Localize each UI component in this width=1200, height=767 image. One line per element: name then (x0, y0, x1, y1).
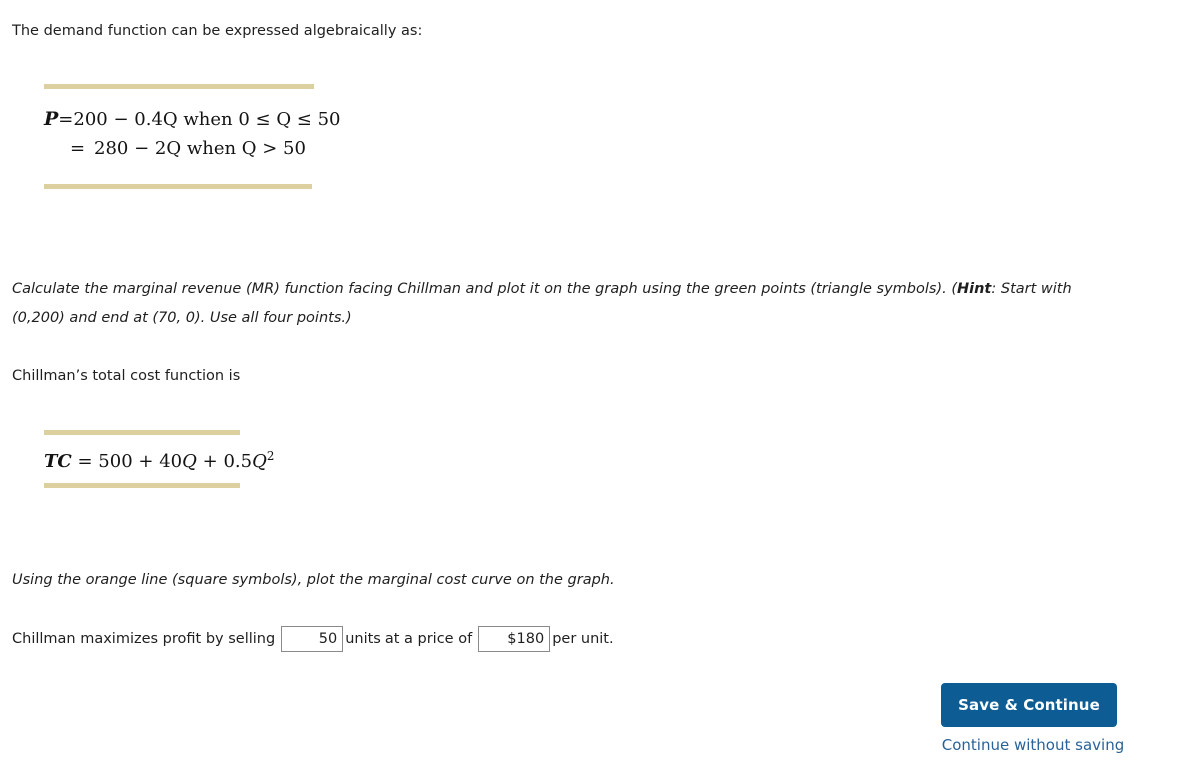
demand-equals-sign-2: = (70, 138, 86, 159)
tc-quadratic-coefficient: 0.5 (223, 451, 253, 472)
answer-lead-text: Chillman maximizes profit by selling (12, 631, 276, 647)
profit-maximization-answer-row: Chillman maximizes profit by selling uni… (12, 626, 618, 652)
total-cost-lead-text: Chillman’s total cost function is (12, 368, 241, 384)
price-input[interactable] (478, 626, 551, 652)
demand-equation-row-1: P = 200 − 0.4Q when 0 ≤ Q ≤ 50 (44, 108, 341, 138)
tc-linear-variable: Q (182, 451, 197, 472)
tc-fixed-cost: 500 (98, 451, 133, 472)
mc-instruction-paragraph: Using the orange line (square symbols), … (12, 572, 615, 588)
total-cost-block: TC = 500 + 40Q + 0.5Q2 (44, 430, 274, 488)
demand-expression-2: 280 − 2Q when Q > 50 (94, 138, 306, 159)
mr-instruction-line1-prefix: Calculate the marginal revenue (MR) func… (12, 281, 957, 297)
tc-quadratic-exponent: 2 (266, 449, 275, 463)
demand-equations: P = 200 − 0.4Q when 0 ≤ Q ≤ 50 = 280 − 2… (44, 89, 341, 184)
mr-instruction-line1-suffix: : Start with (991, 281, 1072, 297)
demand-equation-row-2: = 280 − 2Q when Q > 50 (44, 138, 314, 168)
answer-middle-text: at a price of (384, 631, 473, 647)
tc-block-bottom-rule (44, 483, 240, 488)
question-page: The demand function can be expressed alg… (0, 0, 1200, 767)
mr-instruction-paragraph: Calculate the marginal revenue (MR) func… (12, 275, 1122, 333)
hint-label: Hint (957, 281, 992, 297)
save-and-continue-button[interactable]: Save & Continue (941, 683, 1117, 727)
quantity-input[interactable] (281, 626, 344, 652)
tc-linear-term: 40Q (159, 451, 197, 472)
total-cost-equation: TC = 500 + 40Q + 0.5Q2 (44, 435, 274, 483)
tc-quadratic-term: 0.5Q2 (223, 449, 275, 472)
units-label: units (345, 631, 381, 647)
tc-plus-2: + (202, 451, 218, 472)
tc-equals-sign: = (77, 451, 93, 472)
mr-instruction-line2: (0,200) and end at (70, 0). Use all four… (12, 310, 352, 326)
answer-trailing-text: per unit. (552, 631, 614, 647)
demand-function-block: P = 200 − 0.4Q when 0 ≤ Q ≤ 50 = 280 − 2… (44, 84, 341, 189)
continue-without-saving-link[interactable]: Continue without saving (939, 736, 1127, 754)
tc-quadratic-variable: Q (252, 451, 267, 472)
demand-block-bottom-rule (44, 184, 312, 189)
intro-text: The demand function can be expressed alg… (12, 23, 423, 39)
demand-equals-sign-1: = (58, 109, 74, 130)
tc-lhs-symbol: TC (44, 451, 72, 472)
demand-expression-1: 200 − 0.4Q when 0 ≤ Q ≤ 50 (73, 109, 341, 130)
demand-lhs-symbol: P (44, 108, 59, 130)
tc-plus-1: + (138, 451, 154, 472)
